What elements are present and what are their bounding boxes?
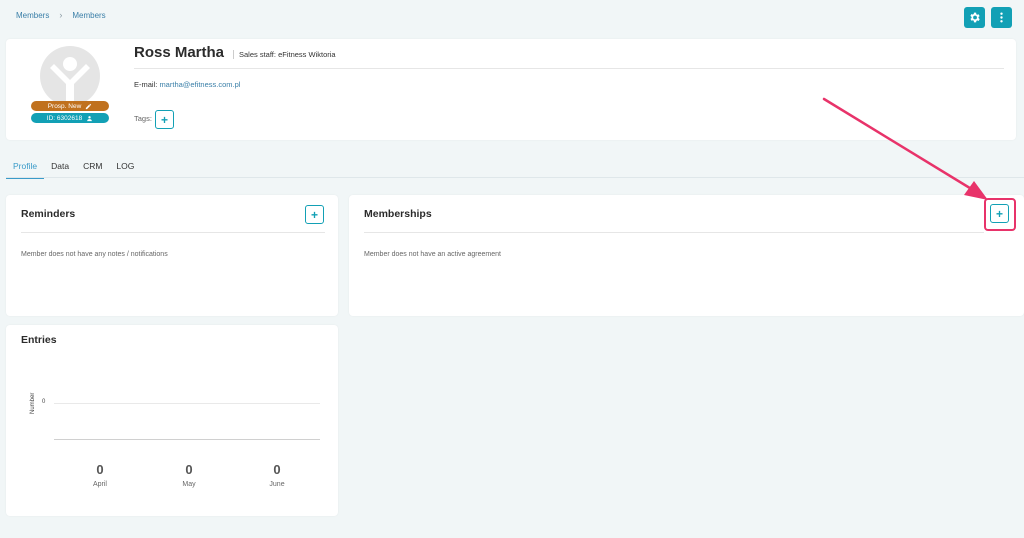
bar-value-may: 0 (185, 462, 193, 477)
divider (21, 232, 325, 233)
pencil-icon (86, 103, 92, 109)
tags-label: Tags: (134, 114, 152, 123)
member-name: Ross Martha (134, 44, 225, 61)
breadcrumb-item-members-current[interactable]: Members (72, 11, 105, 20)
y-tick-label: 0 (42, 399, 46, 405)
sales-staff-value: eFitness Wiktoria (278, 50, 336, 59)
more-menu-button[interactable] (991, 7, 1012, 28)
bar-value-april: 0 (96, 462, 104, 477)
person-icon (50, 57, 90, 106)
sales-staff-label: Sales staff: (239, 50, 276, 59)
email-row: E-mail: martha@efitness.com.pl (134, 80, 240, 89)
user-card-icon (87, 115, 93, 121)
more-vertical-icon (1000, 12, 1003, 23)
gear-icon (970, 12, 980, 23)
breadcrumb: Members › Members (16, 10, 106, 20)
bar-value-june: 0 (273, 462, 281, 477)
add-reminder-button[interactable]: + (305, 205, 324, 224)
sales-staff: Sales staff: eFitness Wiktoria (233, 50, 336, 59)
add-tag-button[interactable]: + (155, 110, 174, 129)
settings-button[interactable] (964, 7, 985, 28)
chevron-right-icon: › (59, 10, 63, 20)
annotation-arrow (822, 97, 988, 200)
memberships-title: Memberships (364, 208, 432, 220)
reminders-title: Reminders (21, 208, 76, 220)
x-axis-line (54, 439, 320, 440)
x-tick-label-april: April (92, 481, 107, 488)
gridline (54, 403, 320, 404)
reminders-empty-text: Member does not have any notes / notific… (21, 251, 168, 258)
divider (364, 232, 984, 233)
x-tick-label-june: June (269, 481, 285, 488)
x-tick-label-may: May (182, 481, 196, 488)
id-badge-label: ID: 6302618 (46, 114, 83, 122)
email-label: E-mail: (134, 80, 158, 89)
entries-title: Entries (21, 334, 57, 346)
memberships-empty-text: Member does not have an active agreement (364, 251, 501, 258)
y-axis-label: Number (30, 392, 36, 414)
avatar (40, 46, 100, 106)
divider (134, 68, 1004, 69)
breadcrumb-item-members[interactable]: Members (16, 11, 49, 20)
email-link[interactable]: martha@efitness.com.pl (159, 80, 240, 89)
status-badge[interactable]: Prosp. New (31, 101, 109, 111)
plus-icon: + (160, 112, 168, 127)
id-badge: ID: 6302618 (31, 113, 109, 123)
status-badge-label: Prosp. New (47, 102, 82, 110)
plus-icon: + (310, 207, 318, 222)
